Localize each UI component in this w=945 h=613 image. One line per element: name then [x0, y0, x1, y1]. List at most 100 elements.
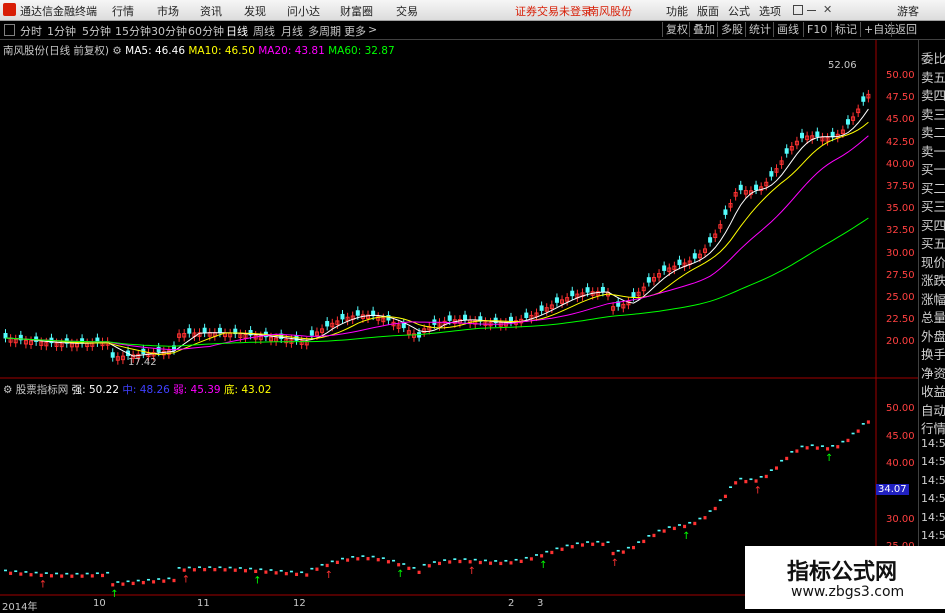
- sub-candle: [315, 567, 319, 571]
- side-panel-item[interactable]: 委比: [921, 48, 945, 67]
- multi-stock-button[interactable]: 多股: [717, 22, 746, 37]
- side-panel-item[interactable]: 买二: [921, 178, 945, 197]
- side-panel-item[interactable]: 涨跌: [921, 270, 945, 289]
- tab-monthly[interactable]: 月线: [281, 23, 303, 39]
- tab-fenshi[interactable]: 分时: [20, 23, 42, 39]
- side-panel-item[interactable]: 卖三: [921, 104, 945, 123]
- side-panel-item[interactable]: 自动: [921, 400, 945, 419]
- sub-candle: [320, 563, 324, 566]
- side-panel-item[interactable]: 买五: [921, 233, 945, 252]
- side-panel-item[interactable]: 卖五: [921, 67, 945, 86]
- side-panel-item[interactable]: 14:50: [921, 437, 945, 450]
- side-panel-item[interactable]: 14:50: [921, 529, 945, 542]
- side-panel-item[interactable]: 卖四: [921, 85, 945, 104]
- menu-shichang[interactable]: 市场: [157, 3, 179, 19]
- sub-candle: [346, 558, 350, 562]
- tab-daily[interactable]: 日线: [226, 23, 248, 39]
- signal-arrow: ↑: [682, 531, 690, 542]
- sub-candle: [611, 551, 615, 556]
- candle-body: [754, 184, 759, 191]
- close-icon[interactable]: ✕: [823, 3, 832, 16]
- sub-candle: [535, 554, 539, 556]
- menu-zixun[interactable]: 资讯: [200, 3, 222, 19]
- side-panel-item[interactable]: 14:50: [921, 511, 945, 524]
- sub-candle: [677, 524, 681, 526]
- tab-1min[interactable]: 1分钟: [47, 23, 76, 39]
- side-panel-item[interactable]: 外盘: [921, 326, 945, 345]
- date-label: 11: [197, 598, 210, 609]
- ma20-label: MA20: 43.81: [258, 45, 325, 57]
- minimize-icon[interactable]: [807, 10, 816, 11]
- stats-button[interactable]: 统计: [745, 22, 774, 37]
- sub-candle: [846, 438, 850, 443]
- side-panel-item[interactable]: 14:50: [921, 492, 945, 505]
- side-panel-item[interactable]: 行情: [921, 418, 945, 437]
- mark-button[interactable]: 标记: [831, 22, 860, 37]
- settings-icon[interactable]: ⚙: [112, 45, 121, 57]
- sub-candle: [95, 572, 99, 575]
- menu-faxian[interactable]: 发现: [244, 3, 266, 19]
- tab-weekly[interactable]: 周线: [253, 23, 275, 39]
- back-button[interactable]: 返回: [891, 22, 920, 37]
- menu-caifuquan[interactable]: 财富圈: [340, 3, 373, 19]
- overlay-button[interactable]: 叠加: [689, 22, 718, 37]
- sub-candle: [243, 569, 247, 573]
- sub-candle: [427, 564, 431, 568]
- side-panel-item[interactable]: 买四: [921, 215, 945, 234]
- tab-60min[interactable]: 60分钟: [188, 23, 224, 39]
- side-panel-item[interactable]: 涨幅: [921, 289, 945, 308]
- side-panel-item[interactable]: 卖二: [921, 122, 945, 141]
- f10-button[interactable]: F10: [803, 22, 830, 37]
- menu-banmian[interactable]: 版面: [697, 3, 719, 19]
- sub-candle: [80, 574, 84, 578]
- window-icon[interactable]: [793, 5, 803, 15]
- menu-hangqing[interactable]: 行情: [112, 3, 134, 19]
- candle-body: [202, 327, 207, 334]
- signal-arrow: ↑: [39, 580, 47, 591]
- signal-arrow: ↑: [539, 560, 547, 571]
- sub-candle: [565, 544, 569, 547]
- tab-more[interactable]: 更多: [344, 23, 366, 39]
- login-notice[interactable]: 证券交易未登录: [515, 3, 592, 19]
- panel-toggle-icon[interactable]: [4, 24, 15, 36]
- sub-candle: [55, 572, 59, 575]
- candle-body: [769, 171, 774, 177]
- sub-candle: [453, 558, 457, 560]
- side-panel-item[interactable]: 卖一: [921, 141, 945, 160]
- menu-gongshi[interactable]: 公式: [728, 3, 750, 19]
- side-panel-item[interactable]: 收益: [921, 381, 945, 400]
- side-panel-item[interactable]: 买一: [921, 159, 945, 178]
- sub-candle: [305, 573, 309, 577]
- price-tick-label: 25.00: [886, 292, 915, 303]
- tab-15min[interactable]: 15分钟: [115, 23, 151, 39]
- guest-label[interactable]: 游客: [897, 3, 919, 19]
- draw-line-button[interactable]: 画线: [773, 22, 802, 37]
- side-panel-item[interactable]: 14:50: [921, 474, 945, 487]
- candle-body: [217, 327, 222, 334]
- price-tick-label: 50.00: [886, 70, 915, 81]
- fuquan-button[interactable]: 复权: [662, 22, 691, 37]
- candle-body: [187, 328, 192, 334]
- date-label: 3: [537, 598, 544, 609]
- tab-multi-period[interactable]: 多周期: [308, 23, 341, 39]
- gear-icon[interactable]: ⚙: [3, 384, 12, 396]
- sub-candle: [259, 568, 263, 571]
- side-panel-item[interactable]: 现价: [921, 252, 945, 271]
- tab-30min[interactable]: 30分钟: [151, 23, 187, 39]
- side-panel-item[interactable]: 换手: [921, 344, 945, 363]
- more-arrow-icon[interactable]: >: [368, 23, 377, 36]
- menu-gongneng[interactable]: 功能: [666, 3, 688, 19]
- side-panel-item[interactable]: 14:50: [921, 455, 945, 468]
- menu-wenxiaoda[interactable]: 问小达: [287, 3, 320, 19]
- sub-candle: [683, 524, 687, 529]
- menu-xuanxiang[interactable]: 选项: [759, 3, 781, 19]
- ma10-label: MA10: 46.50: [188, 45, 255, 57]
- side-panel-item[interactable]: 净资: [921, 363, 945, 382]
- kline-chart[interactable]: ↑ ↑ ↑ ↑ ↑ ↑ ↑ ↑ ↑ ↑ ↑ ↑: [0, 40, 918, 609]
- menu-jiaoyi[interactable]: 交易: [396, 3, 418, 19]
- tab-5min[interactable]: 5分钟: [82, 23, 111, 39]
- side-panel-item[interactable]: 买三: [921, 196, 945, 215]
- side-panel-item[interactable]: 总量: [921, 307, 945, 326]
- signal-arrow: ↑: [825, 453, 833, 464]
- sub-candle: [116, 581, 120, 583]
